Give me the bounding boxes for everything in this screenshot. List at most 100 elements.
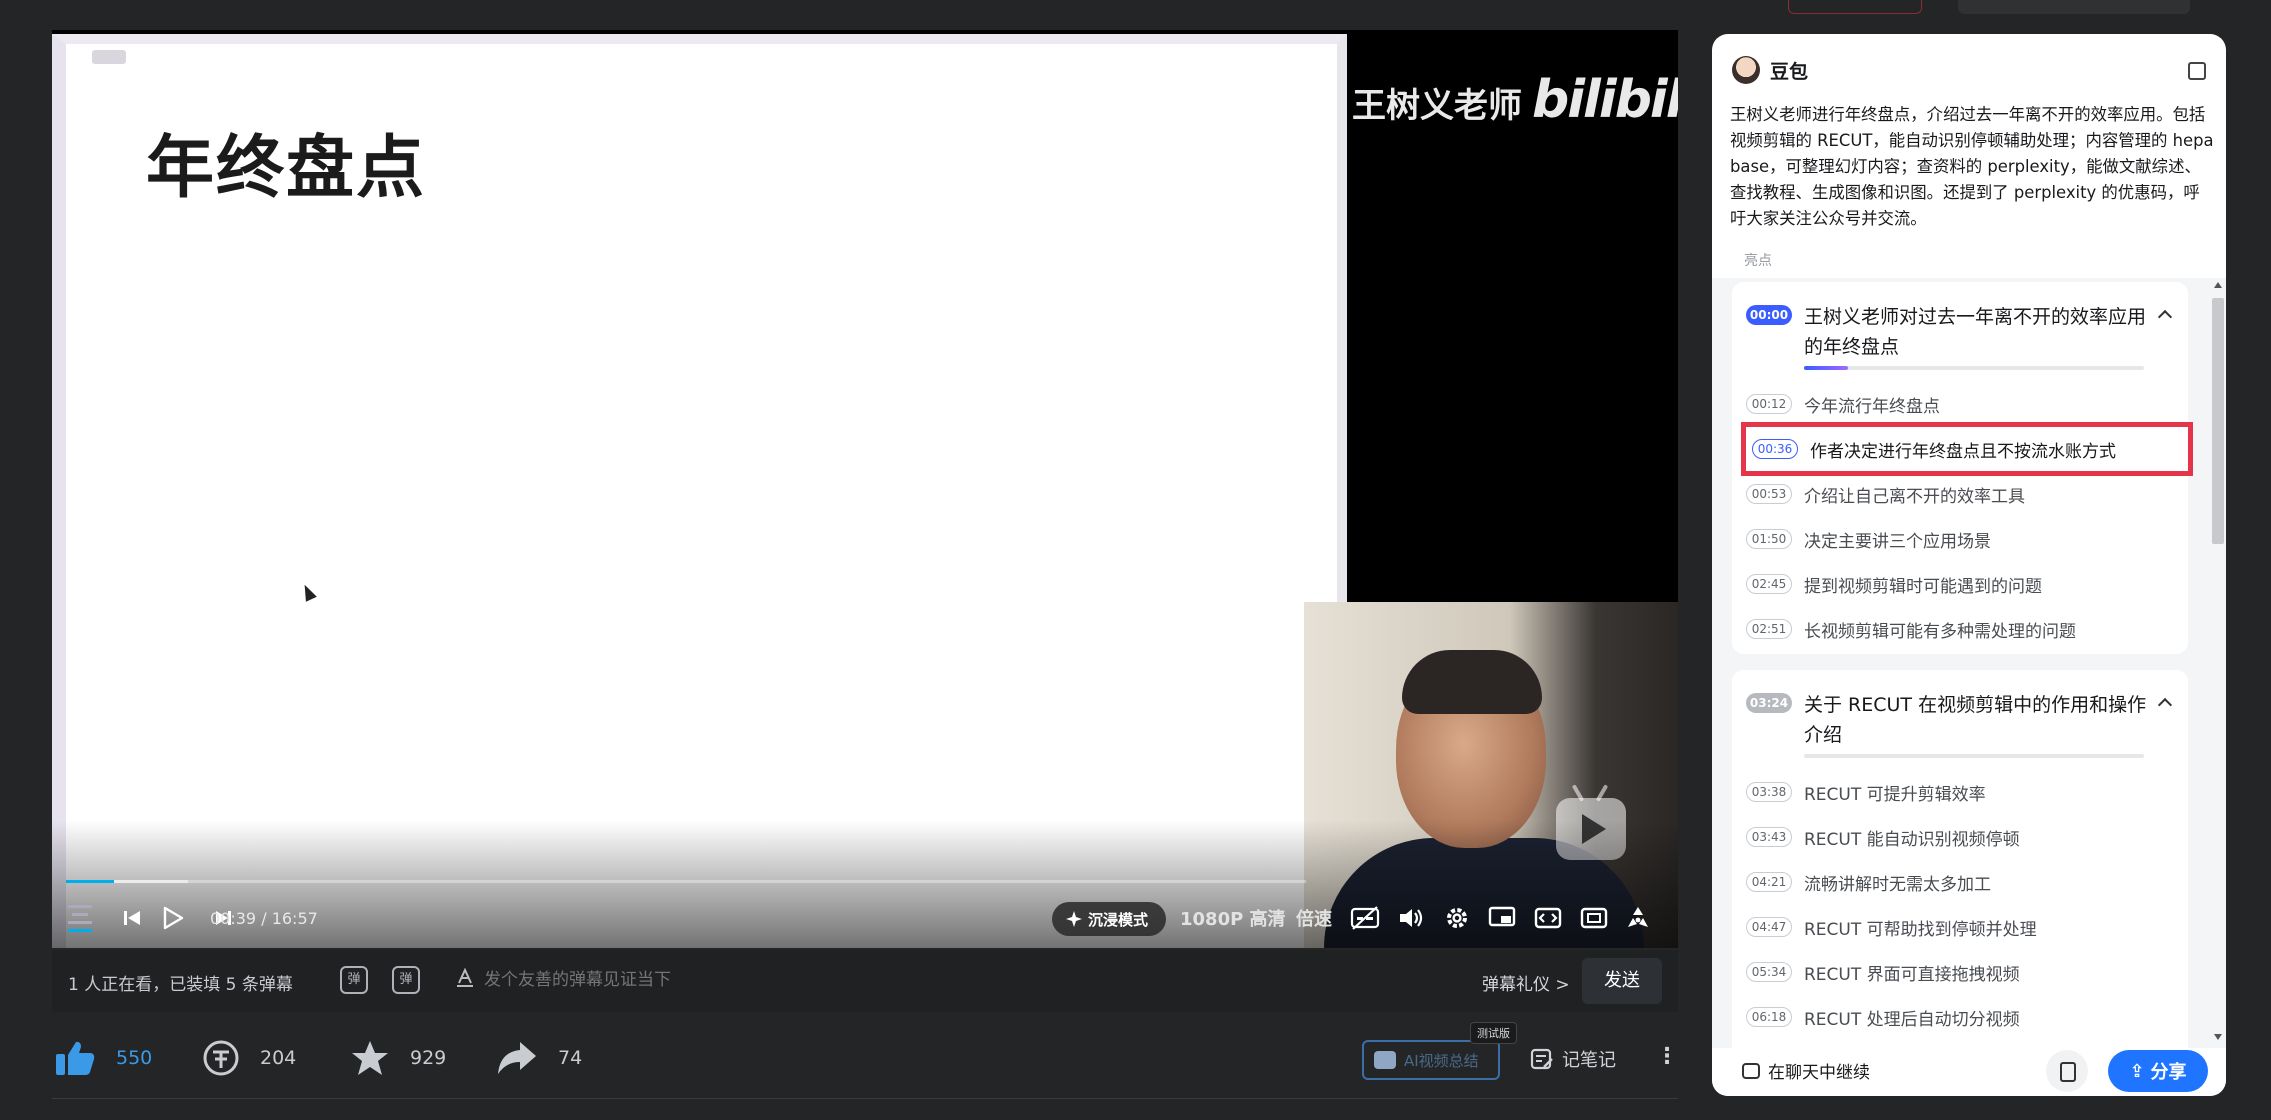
section-progress: [1804, 754, 2144, 758]
mouse-cursor-icon: [299, 582, 317, 602]
send-button[interactable]: 发送: [1582, 958, 1662, 1004]
divider: [52, 1098, 1678, 1099]
danmaku-toggle-icon[interactable]: 弹: [340, 966, 368, 994]
item-timestamp[interactable]: 04:47: [1746, 917, 1792, 937]
share-arrow-icon: [498, 1042, 536, 1074]
section-progress: [1804, 366, 2144, 370]
continue-in-chat-button[interactable]: 在聊天中继续: [1742, 1058, 1870, 1083]
list-item[interactable]: 04:47 RECUT 可帮助找到停顿并处理: [1746, 911, 2176, 943]
danmaku-settings-icon[interactable]: 弹: [392, 966, 420, 994]
top-follow-button[interactable]: [1788, 0, 1922, 14]
immersive-mode-button[interactable]: 沉浸模式: [1052, 902, 1167, 936]
subtitle-off-icon[interactable]: [1350, 902, 1380, 934]
item-timestamp[interactable]: 00:36: [1752, 439, 1798, 459]
list-item[interactable]: 02:51 长视频剪辑可能有多种需处理的问题: [1746, 613, 2176, 645]
sparkle-icon: [1066, 911, 1082, 927]
danmaku-input[interactable]: [484, 970, 984, 990]
item-timestamp[interactable]: 06:18: [1746, 1007, 1792, 1027]
continue-label: 在聊天中继续: [1768, 1063, 1870, 1083]
time-total: 16:57: [271, 908, 318, 928]
coin-count: 204: [260, 1047, 297, 1069]
web-fullscreen-icon[interactable]: [1580, 902, 1608, 934]
list-item[interactable]: 01:50 决定主要讲三个应用场景: [1746, 523, 2176, 555]
highlight-section[interactable]: 03:24 关于 RECUT 在视频剪辑中的作用和操作介绍 03:38 RECU…: [1732, 670, 2188, 1048]
danmaku-etiquette-link[interactable]: 弹幕礼仪 >: [1482, 970, 1570, 995]
assistant-name: 豆包: [1770, 60, 1809, 83]
notes-button[interactable]: 记笔记: [1530, 1046, 1616, 1072]
fullscreen-icon[interactable]: [1624, 902, 1652, 934]
item-text: 作者决定进行年终盘点且不按流水账方式: [1810, 441, 2116, 462]
item-timestamp[interactable]: 01:50: [1746, 529, 1792, 549]
thumbs-up-icon: [56, 1041, 95, 1075]
favorite-button[interactable]: 929: [350, 1036, 446, 1080]
bilibili-logo: bilibili: [1532, 70, 1678, 130]
copy-icon[interactable]: [2046, 1050, 2088, 1092]
share-count: 74: [558, 1047, 583, 1069]
section-timestamp[interactable]: 03:24: [1746, 693, 1792, 713]
collapse-chevron-icon[interactable]: [2157, 697, 2173, 713]
section-title: 王树义老师对过去一年离不开的效率应用的年终盘点: [1804, 306, 2147, 358]
slide-tag-icon: [92, 50, 126, 64]
list-item-current[interactable]: 00:36 作者决定进行年终盘点且不按流水账方式: [1741, 422, 2193, 476]
coin-button[interactable]: 204: [202, 1036, 296, 1080]
highlights-list[interactable]: 00:00 王树义老师对过去一年离不开的效率应用的年终盘点 00:12 今年流行…: [1712, 278, 2226, 1048]
previous-icon[interactable]: [122, 902, 142, 934]
like-button[interactable]: 550: [54, 1036, 152, 1080]
list-item[interactable]: 03:43 RECUT 能自动识别视频停顿: [1746, 821, 2176, 853]
chat-bubble-icon: [1742, 1062, 1760, 1079]
list-item[interactable]: 02:45 提到视频剪辑时可能遇到的问题: [1746, 568, 2176, 600]
item-timestamp[interactable]: 04:21: [1746, 872, 1792, 892]
widescreen-icon[interactable]: [1534, 902, 1562, 934]
time-display: 00:39 / 16:57: [210, 902, 318, 934]
ai-assistant-panel: 豆包 王树义老师进行年终盘点，介绍过去一年离不开的效率应用。包括视频剪辑的 RE…: [1712, 34, 2226, 1096]
quality-button[interactable]: 1080P 高清: [1180, 902, 1286, 934]
item-text: RECUT 界面可直接拖拽视频: [1804, 964, 2020, 985]
notes-label: 记笔记: [1562, 1050, 1616, 1071]
video-player[interactable]: 年终盘点 王树义老师bilibili 00:39 / 16:57 沉浸模式 10…: [52, 30, 1678, 948]
list-item[interactable]: 06:18 RECUT 处理后自动切分视频: [1746, 1001, 2176, 1033]
speed-button[interactable]: 倍速: [1296, 902, 1332, 934]
beta-tag: 测试版: [1470, 1022, 1517, 1044]
ai-summary-label: AI视频总结: [1404, 1051, 1479, 1070]
list-item[interactable]: 05:34 RECUT 界面可直接拖拽视频: [1746, 956, 2176, 988]
ai-summary-button[interactable]: AI视频总结: [1362, 1040, 1500, 1080]
list-item[interactable]: 00:53 介绍让自己离不开的效率工具: [1746, 478, 2176, 510]
slide-title: 年终盘点: [146, 128, 427, 208]
scrollbar-thumb[interactable]: [2212, 298, 2224, 544]
item-timestamp[interactable]: 03:38: [1746, 782, 1792, 802]
upload-share-icon: ⇪: [2129, 1060, 2145, 1082]
chapter-list-icon[interactable]: [66, 902, 94, 934]
list-item[interactable]: 04:21 流畅讲解时无需太多加工: [1746, 866, 2176, 898]
share-label: 分享: [2150, 1062, 2187, 1083]
text-style-icon[interactable]: [456, 967, 474, 993]
item-timestamp[interactable]: 02:51: [1746, 619, 1792, 639]
progress-bar[interactable]: [66, 880, 1306, 883]
top-strip: [0, 0, 2271, 20]
highlight-section[interactable]: 00:00 王树义老师对过去一年离不开的效率应用的年终盘点 00:12 今年流行…: [1732, 282, 2193, 654]
video-summary: 王树义老师进行年终盘点，介绍过去一年离不开的效率应用。包括视频剪辑的 RECUT…: [1730, 105, 2214, 228]
item-text: 决定主要讲三个应用场景: [1804, 531, 1991, 552]
progress-played: [66, 880, 115, 883]
list-item[interactable]: 03:38 RECUT 可提升剪辑效率: [1746, 776, 2176, 808]
list-item[interactable]: 00:12 今年流行年终盘点: [1746, 388, 2176, 420]
scroll-up-icon[interactable]: [2214, 282, 2222, 288]
more-options-icon[interactable]: ⋮: [1656, 1044, 1678, 1069]
share-button[interactable]: 74: [496, 1036, 582, 1080]
item-timestamp[interactable]: 00:12: [1746, 394, 1792, 414]
item-text: 流畅讲解时无需太多加工: [1804, 874, 1991, 895]
top-followed-button[interactable]: [1958, 0, 2190, 14]
item-timestamp[interactable]: 02:45: [1746, 574, 1792, 594]
settings-gear-icon[interactable]: [1444, 902, 1470, 934]
volume-icon[interactable]: [1398, 902, 1424, 934]
presenter-hair: [1402, 650, 1542, 714]
item-timestamp[interactable]: 00:53: [1746, 484, 1792, 504]
share-summary-button[interactable]: ⇪ 分享: [2108, 1050, 2208, 1092]
collapse-chevron-icon[interactable]: [2157, 309, 2173, 325]
picture-in-picture-icon[interactable]: [1488, 902, 1516, 934]
item-timestamp[interactable]: 05:34: [1746, 962, 1792, 982]
scroll-down-icon[interactable]: [2214, 1034, 2222, 1040]
section-timestamp[interactable]: 00:00: [1746, 305, 1792, 325]
item-text: 长视频剪辑可能有多种需处理的问题: [1804, 621, 2076, 642]
expand-icon[interactable]: [2188, 62, 2206, 80]
item-timestamp[interactable]: 03:43: [1746, 827, 1792, 847]
